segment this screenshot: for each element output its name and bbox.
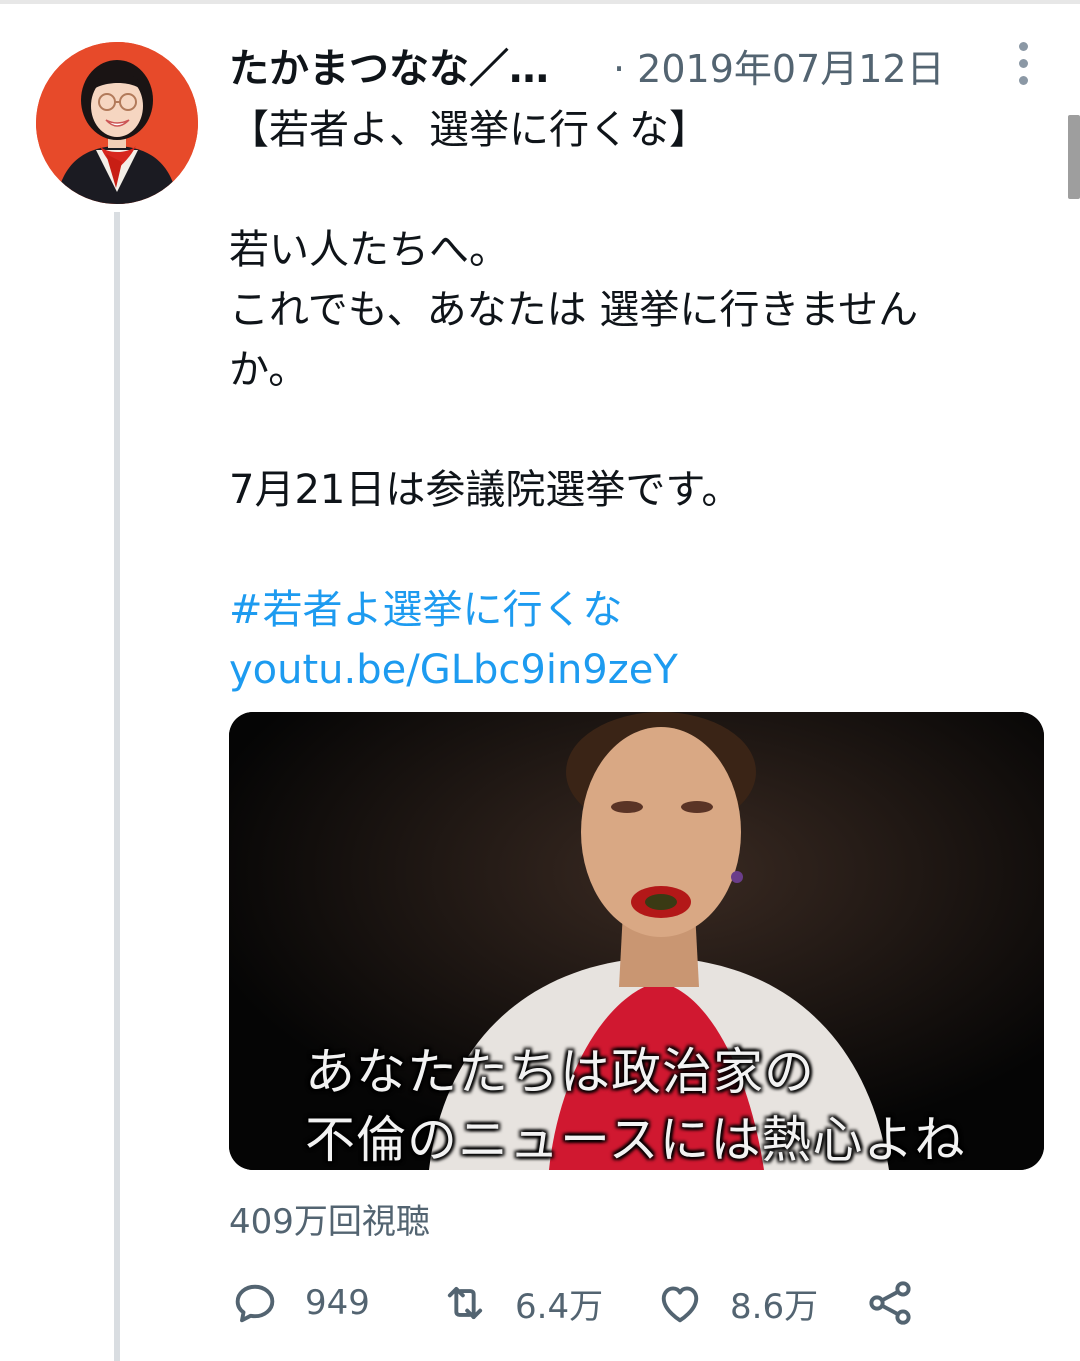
reply-count: 949 (305, 1283, 370, 1323)
retweet-button[interactable]: 6.4万 (439, 1275, 603, 1331)
tweet-title-line: 【若者よ、選挙に行くな】 (229, 107, 709, 153)
video-subtitle-line1: あなたたちは政治家の (305, 1043, 815, 1101)
video-subtitle-line2: 不倫のニュースには熱心よね (305, 1111, 966, 1169)
tweet-line: これでも、あなたは 選挙に行きません (229, 287, 919, 333)
avatar-portrait (36, 42, 198, 204)
reply-icon (235, 1284, 275, 1323)
share-button[interactable] (864, 1275, 916, 1331)
top-divider (0, 0, 1080, 4)
like-button[interactable]: 8.6万 (654, 1275, 818, 1331)
tweet-line: 若い人たちへ。 (229, 227, 509, 273)
view-count: 409万回視聴 (229, 1202, 430, 1242)
heart-icon (661, 1286, 699, 1323)
share-icon (869, 1281, 911, 1325)
tweet-text: 【若者よ、選挙に行くな】 若い人たちへ。 これでも、あなたは 選挙に行きません … (229, 100, 1029, 700)
tweet-line: か。 (229, 347, 309, 393)
retweet-count: 6.4万 (515, 1286, 604, 1327)
display-name[interactable]: たかまつなな／… (229, 36, 549, 94)
retweet-icon (447, 1286, 483, 1320)
more-vertical-icon[interactable] (1016, 42, 1030, 86)
scrollbar[interactable] (1068, 115, 1080, 199)
video-thumbnail[interactable]: あなたたちは政治家の 不倫のニュースには熱心よね (229, 712, 1044, 1170)
url-link[interactable]: youtu.be/GLbc9in9zeY (229, 640, 1029, 700)
action-bar: 949 6.4万 8.6万 (229, 1275, 1049, 1331)
tweet-date[interactable]: · 2019年07月12日 (613, 38, 945, 93)
like-count: 8.6万 (730, 1286, 819, 1327)
thread-line (114, 212, 120, 1361)
hashtag-link[interactable]: #若者よ選挙に行くな (229, 580, 1029, 640)
avatar[interactable] (36, 42, 198, 204)
reply-button[interactable]: 949 (229, 1275, 370, 1331)
tweet-line: 7月21日は参議院選挙です。 (229, 467, 742, 513)
tweet-header: たかまつなな／… · 2019年07月12日 (229, 36, 1049, 92)
